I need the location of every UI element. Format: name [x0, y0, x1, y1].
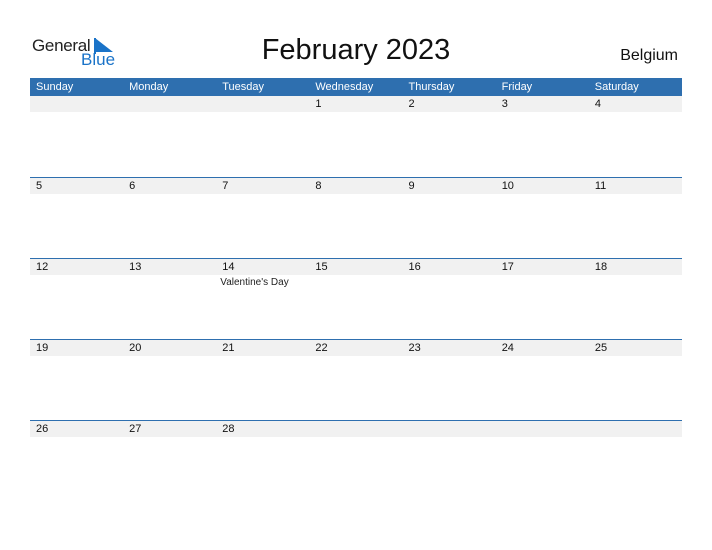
day-number: 2 — [408, 98, 415, 110]
weekday-tuesday: Tuesday — [222, 81, 265, 93]
day-cell: 22 — [309, 340, 402, 420]
day-cell: 14 Valentine's Day — [216, 259, 309, 339]
week-row: 5 6 7 8 9 10 11 — [30, 177, 682, 258]
day-number: 8 — [315, 180, 322, 192]
day-cell — [309, 421, 402, 501]
day-cell: 23 — [403, 340, 496, 420]
day-cell: 27 — [123, 421, 216, 501]
day-cell — [589, 421, 682, 501]
day-number: 13 — [129, 261, 142, 273]
day-cell: 4 — [589, 96, 682, 176]
day-cell: 8 — [309, 178, 402, 258]
day-cell: 19 — [30, 340, 123, 420]
week-row: 19 20 21 22 23 24 25 — [30, 339, 682, 420]
weekday-sunday: Sunday — [36, 81, 74, 93]
day-cell: 16 — [403, 259, 496, 339]
day-cell: 13 — [123, 259, 216, 339]
day-number: 3 — [501, 98, 508, 110]
day-cell: 21 — [216, 340, 309, 420]
day-number: 7 — [222, 180, 229, 192]
day-cell: 3 — [496, 96, 589, 176]
day-number: 22 — [315, 342, 328, 354]
day-number: 6 — [129, 180, 136, 192]
week-row: 12 13 14 Valentine's Day 15 16 17 18 — [30, 258, 682, 339]
holiday-label: Valentine's Day — [220, 277, 289, 288]
day-number: 24 — [501, 342, 514, 354]
day-number: 20 — [129, 342, 142, 354]
weekday-thursday: Thursday — [408, 81, 455, 93]
day-number: 11 — [594, 180, 607, 192]
day-cell — [123, 96, 216, 176]
day-number: 12 — [36, 261, 49, 273]
day-number: 21 — [222, 342, 235, 354]
day-cell: 6 — [123, 178, 216, 258]
day-number: 4 — [594, 98, 601, 110]
day-cell: 17 — [496, 259, 589, 339]
day-cell: 10 — [496, 178, 589, 258]
day-number: 18 — [594, 261, 608, 273]
day-cell: 7 — [216, 178, 309, 258]
day-cell: 20 — [123, 340, 216, 420]
day-number: 26 — [36, 423, 49, 435]
day-number: 9 — [408, 180, 415, 192]
day-number: 19 — [36, 342, 49, 354]
weekday-friday: Friday — [501, 81, 533, 93]
day-number: 10 — [501, 180, 514, 192]
country-label: Belgium — [620, 47, 678, 64]
day-number: 25 — [594, 342, 608, 354]
day-number: 17 — [501, 261, 514, 273]
weekday-monday: Monday — [129, 81, 169, 93]
week-row: 26 27 28 — [30, 420, 682, 501]
day-cell: 26 — [30, 421, 123, 501]
day-cell: 12 — [30, 259, 123, 339]
day-number: 16 — [408, 261, 421, 273]
day-cell: 2 — [403, 96, 496, 176]
day-number: 23 — [408, 342, 421, 354]
weekday-saturday: Saturday — [594, 81, 639, 93]
day-number: 27 — [129, 423, 142, 435]
calendar-title: February 2023 — [261, 34, 451, 66]
day-number: 15 — [315, 261, 328, 273]
day-cell: 25 — [589, 340, 682, 420]
day-cell — [403, 421, 496, 501]
day-number: 1 — [315, 98, 322, 110]
weekday-header: Sunday Monday Tuesday Wednesday Thursday… — [30, 78, 682, 96]
day-cell: 11 — [589, 178, 682, 258]
day-cell: 9 — [403, 178, 496, 258]
day-cell: 24 — [496, 340, 589, 420]
day-number: 28 — [222, 423, 235, 435]
day-cell — [30, 96, 123, 176]
day-cell: 15 — [309, 259, 402, 339]
week-row: 1 2 3 4 — [30, 95, 682, 176]
day-cell: 1 — [309, 96, 402, 176]
day-cell — [216, 96, 309, 176]
day-cell: 5 — [30, 178, 123, 258]
weekday-wednesday: Wednesday — [315, 81, 374, 93]
day-cell: 18 — [589, 259, 682, 339]
day-cell: 28 — [216, 421, 309, 501]
day-cell — [496, 421, 589, 501]
day-number: 5 — [36, 180, 43, 192]
day-number: 14 — [222, 261, 235, 273]
